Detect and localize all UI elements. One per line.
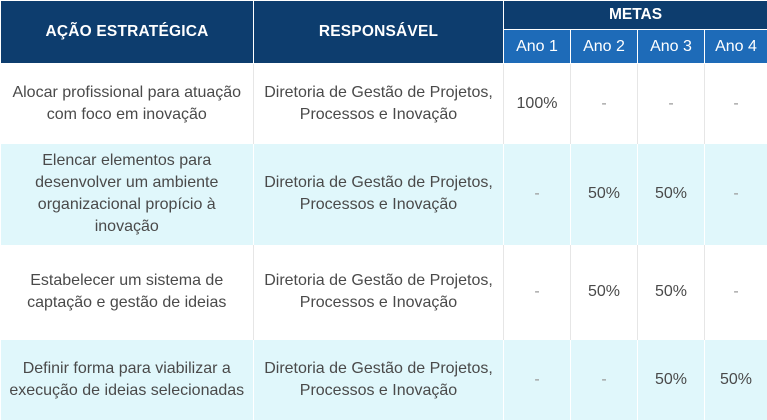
header-goals: METAS [504,1,767,30]
goal-cell: - [705,245,767,340]
goal-cell: - [504,144,571,245]
goal-cell: - [504,245,571,340]
action-cell: Elencar elementos para desenvolver um am… [1,144,254,245]
goal-cell: 50% [571,144,638,245]
goal-cell: - [705,144,767,245]
responsible-cell: Diretoria de Gestão de Projetos, Process… [254,144,504,245]
table-row: Definir forma para viabilizar a execução… [1,340,767,420]
goal-cell: 50% [705,340,767,420]
table-row: Estabelecer um sistema de captação e ges… [1,245,767,340]
header-action: AÇÃO ESTRATÉGICA [1,1,254,64]
goal-cell: - [504,340,571,420]
goal-cell: 50% [638,144,705,245]
goal-cell: 50% [638,340,705,420]
action-cell: Alocar profissional para atuação com foc… [1,64,254,144]
goal-cell: 100% [504,64,571,144]
header-year-4: Ano 4 [705,30,767,64]
goal-cell: - [571,340,638,420]
goal-cell: 50% [638,245,705,340]
action-cell: Estabelecer um sistema de captação e ges… [1,245,254,340]
responsible-cell: Diretoria de Gestão de Projetos, Process… [254,64,504,144]
table-row: Elencar elementos para desenvolver um am… [1,144,767,245]
goal-cell: - [705,64,767,144]
goal-cell: - [638,64,705,144]
table-row: Alocar profissional para atuação com foc… [1,64,767,144]
strategic-actions-table: AÇÃO ESTRATÉGICA RESPONSÁVEL METAS Ano 1… [0,0,767,420]
responsible-cell: Diretoria de Gestão de Projetos, Process… [254,245,504,340]
header-responsible: RESPONSÁVEL [254,1,504,64]
goal-cell: - [571,64,638,144]
responsible-cell: Diretoria de Gestão de Projetos, Process… [254,340,504,420]
goal-cell: 50% [571,245,638,340]
header-year-1: Ano 1 [504,30,571,64]
header-year-2: Ano 2 [571,30,638,64]
action-cell: Definir forma para viabilizar a execução… [1,340,254,420]
header-year-3: Ano 3 [638,30,705,64]
